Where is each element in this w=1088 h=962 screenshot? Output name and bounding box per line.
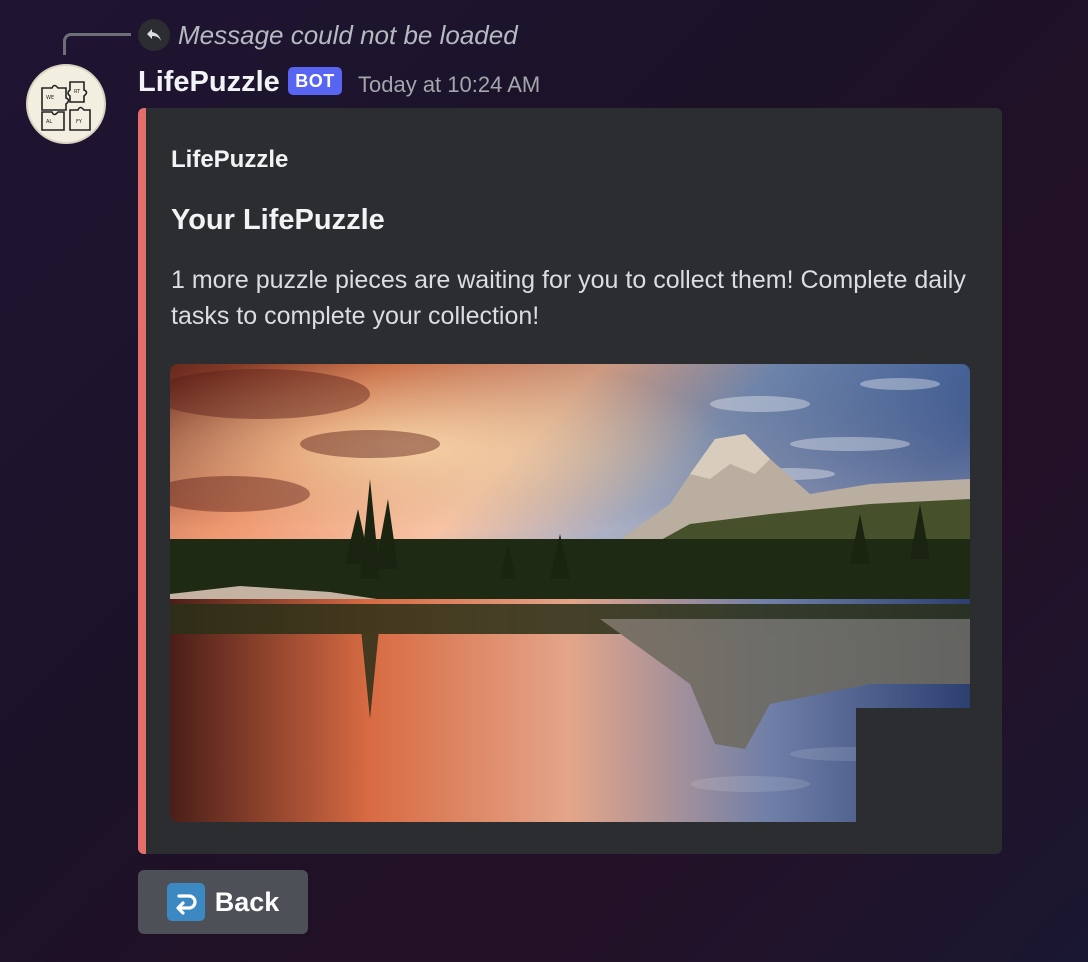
puzzle-pieces-icon: WE RT AL FY <box>41 81 91 131</box>
svg-text:RT: RT <box>74 89 81 95</box>
mountain-lake-sunset-puzzle-image <box>170 364 970 822</box>
embed-title: Your LifePuzzle <box>171 204 385 236</box>
back-button-label: Back <box>214 886 280 917</box>
embed-description: 1 more puzzle pieces are waiting for you… <box>171 266 966 330</box>
svg-text:FY: FY <box>76 119 83 125</box>
missing-puzzle-piece <box>856 708 970 822</box>
bot-badge: BOT <box>288 67 342 95</box>
message-timestamp: Today at 10:24 AM <box>358 72 541 97</box>
back-button[interactable]: Back <box>138 870 308 934</box>
reply-arrow-icon <box>138 19 170 51</box>
return-arrow-icon <box>166 883 205 921</box>
embed-image[interactable] <box>170 364 970 822</box>
author-name[interactable]: LifePuzzle <box>138 62 280 102</box>
svg-text:WE: WE <box>46 95 54 101</box>
svg-text:AL: AL <box>46 119 52 125</box>
reply-preview-text[interactable]: Message could not be loaded <box>178 19 518 51</box>
embed-card: LifePuzzle Your LifePuzzle 1 more puzzle… <box>138 108 1002 854</box>
reply-connector <box>63 33 131 55</box>
avatar[interactable]: WE RT AL FY <box>26 64 106 144</box>
embed-author: LifePuzzle <box>171 146 289 173</box>
